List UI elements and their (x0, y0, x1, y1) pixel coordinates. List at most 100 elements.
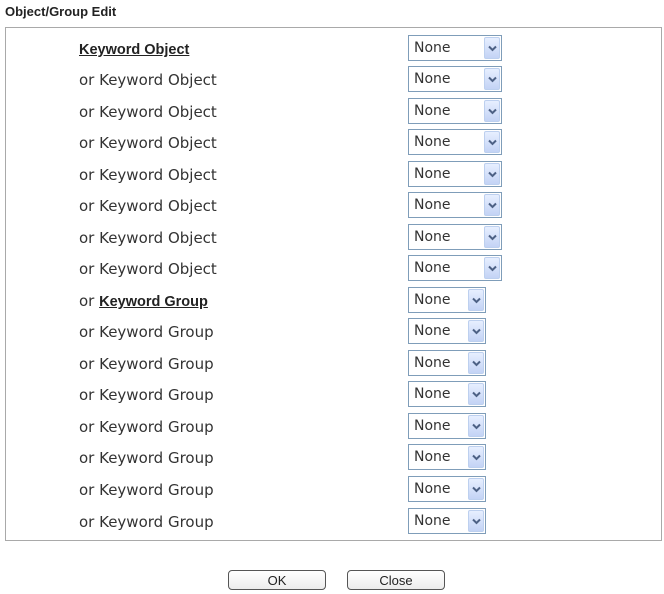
select-value: None (414, 103, 451, 119)
select-value: None (414, 355, 451, 371)
select-value: None (414, 449, 451, 465)
section-title: Object/Group Edit (5, 4, 117, 19)
keyword-row-label: or Keyword Group (79, 355, 214, 373)
select-value: None (414, 513, 451, 529)
chevron-down-icon[interactable] (468, 289, 484, 311)
keyword-row-label: or Keyword Group (79, 513, 214, 531)
label-text: or Keyword Object (79, 197, 217, 215)
keyword-row-label: or Keyword Object (79, 134, 217, 152)
chevron-down-icon[interactable] (484, 37, 500, 59)
keyword-object-select[interactable]: None (408, 255, 502, 281)
keyword-row-label: or Keyword Object (79, 229, 217, 247)
label-text: or Keyword Object (79, 134, 217, 152)
keyword-row: or Keyword Object None (6, 98, 661, 126)
keyword-row-label: Keyword Object (79, 40, 189, 59)
keyword-object-select[interactable]: None (408, 192, 502, 218)
keyword-row: or Keyword Group None (6, 508, 661, 536)
label-text: or Keyword Object (79, 71, 217, 89)
chevron-down-icon[interactable] (484, 131, 500, 153)
keyword-row: or Keyword Group None (6, 381, 661, 409)
keyword-row-label: or Keyword Object (79, 71, 217, 89)
keyword-group-select[interactable]: None (408, 350, 486, 376)
chevron-down-icon[interactable] (468, 446, 484, 468)
chevron-down-icon[interactable] (484, 226, 500, 248)
label-text: or Keyword Group (79, 386, 214, 404)
chevron-down-icon[interactable] (484, 257, 500, 279)
keyword-row-label: or Keyword Group (79, 418, 214, 436)
keyword-row: or Keyword Group None (6, 350, 661, 378)
select-value: None (414, 166, 451, 182)
select-value: None (414, 292, 451, 308)
label-text: or Keyword Object (79, 166, 217, 184)
keyword-group-select[interactable]: None (408, 287, 486, 313)
keyword-row: or Keyword Object None (6, 224, 661, 252)
keyword-row: or Keyword Object None (6, 161, 661, 189)
chevron-down-icon[interactable] (484, 100, 500, 122)
keyword-row: or Keyword Object None (6, 192, 661, 220)
keyword-group-select[interactable]: None (408, 413, 486, 439)
label-text: or Keyword Group (79, 355, 214, 373)
chevron-down-icon[interactable] (484, 194, 500, 216)
keyword-object-link[interactable]: Keyword Object (79, 42, 189, 58)
keyword-group-select[interactable]: None (408, 444, 486, 470)
keyword-group-select[interactable]: None (408, 508, 486, 534)
keyword-row-label: or Keyword Group (79, 481, 214, 499)
keyword-object-select[interactable]: None (408, 98, 502, 124)
keyword-object-select[interactable]: None (408, 224, 502, 250)
keyword-group-link[interactable]: Keyword Group (99, 294, 208, 310)
select-value: None (414, 71, 451, 87)
label-text: or Keyword Object (79, 260, 217, 278)
keyword-row-label: or Keyword Object (79, 103, 217, 121)
keyword-row: or Keyword Group None (6, 287, 661, 315)
keyword-row-label: or Keyword Object (79, 197, 217, 215)
chevron-down-icon[interactable] (468, 383, 484, 405)
keyword-object-select[interactable]: None (408, 35, 502, 61)
select-value: None (414, 386, 451, 402)
select-value: None (414, 134, 451, 150)
keyword-group-select[interactable]: None (408, 381, 486, 407)
keyword-row-label: or Keyword Object (79, 260, 217, 278)
label-text: or Keyword Object (79, 103, 217, 121)
label-text: or Keyword Group (79, 323, 214, 341)
close-button[interactable]: Close (347, 570, 445, 590)
select-value: None (414, 418, 451, 434)
keyword-row: or Keyword Object None (6, 129, 661, 157)
chevron-down-icon[interactable] (468, 415, 484, 437)
select-value: None (414, 40, 451, 56)
keyword-row: or Keyword Object None (6, 66, 661, 94)
label-text: or Keyword Group (79, 513, 214, 531)
keyword-row: or Keyword Group None (6, 413, 661, 441)
label-text: or Keyword Group (79, 449, 214, 467)
keyword-group-select[interactable]: None (408, 318, 486, 344)
keyword-row: or Keyword Group None (6, 476, 661, 504)
ok-button[interactable]: OK (228, 570, 326, 590)
chevron-down-icon[interactable] (468, 320, 484, 342)
object-group-edit-panel: Keyword Object None or Keyword Object None o… (5, 27, 662, 541)
select-value: None (414, 229, 451, 245)
label-text: or Keyword Group (79, 418, 214, 436)
label-text: or Keyword Object (79, 229, 217, 247)
chevron-down-icon[interactable] (484, 163, 500, 185)
keyword-row-label: or Keyword Object (79, 166, 217, 184)
keyword-object-select[interactable]: None (408, 161, 502, 187)
keyword-row: Keyword Object None (6, 35, 661, 63)
keyword-row-label: or Keyword Group (79, 386, 214, 404)
chevron-down-icon[interactable] (468, 478, 484, 500)
keyword-group-select[interactable]: None (408, 476, 486, 502)
keyword-row: or Keyword Object None (6, 255, 661, 283)
select-value: None (414, 197, 451, 213)
keyword-row: or Keyword Group None (6, 444, 661, 472)
keyword-row-label: or Keyword Group (79, 323, 214, 341)
chevron-down-icon[interactable] (468, 510, 484, 532)
keyword-row: or Keyword Group None (6, 318, 661, 346)
select-value: None (414, 260, 451, 276)
label-text: or Keyword Group (79, 481, 214, 499)
chevron-down-icon[interactable] (468, 352, 484, 374)
label-prefix: or (79, 292, 100, 310)
keyword-row-label: or Keyword Group (79, 292, 208, 311)
keyword-object-select[interactable]: None (408, 66, 502, 92)
keyword-object-select[interactable]: None (408, 129, 502, 155)
select-value: None (414, 323, 451, 339)
keyword-row-label: or Keyword Group (79, 449, 214, 467)
chevron-down-icon[interactable] (484, 68, 500, 90)
